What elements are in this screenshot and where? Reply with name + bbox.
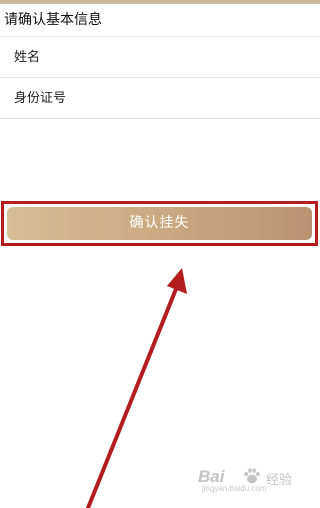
watermark-experience-text: 经验 xyxy=(266,473,293,488)
arrow-shaft xyxy=(86,282,180,508)
name-field[interactable] xyxy=(110,43,310,71)
confirm-report-loss-button[interactable]: 确认挂失 xyxy=(7,207,312,240)
id-number-field[interactable] xyxy=(110,84,310,112)
arrow-head xyxy=(167,268,187,294)
name-field-label: 姓名 xyxy=(14,50,41,65)
name-field-row[interactable]: 姓名 xyxy=(0,37,320,78)
id-number-field-label: 身份证号 xyxy=(14,91,67,106)
id-number-field-row[interactable]: 身份证号 xyxy=(0,78,320,119)
paw-icon xyxy=(244,468,260,484)
top-accent-strip xyxy=(0,0,320,4)
watermark: Bai 经验 jingyan.baidu.com xyxy=(198,464,298,494)
basic-info-form: 姓名 身份证号 xyxy=(0,36,320,121)
section-title: 请确认基本信息 xyxy=(4,12,102,28)
watermark-url: jingyan.baidu.com xyxy=(202,484,267,493)
